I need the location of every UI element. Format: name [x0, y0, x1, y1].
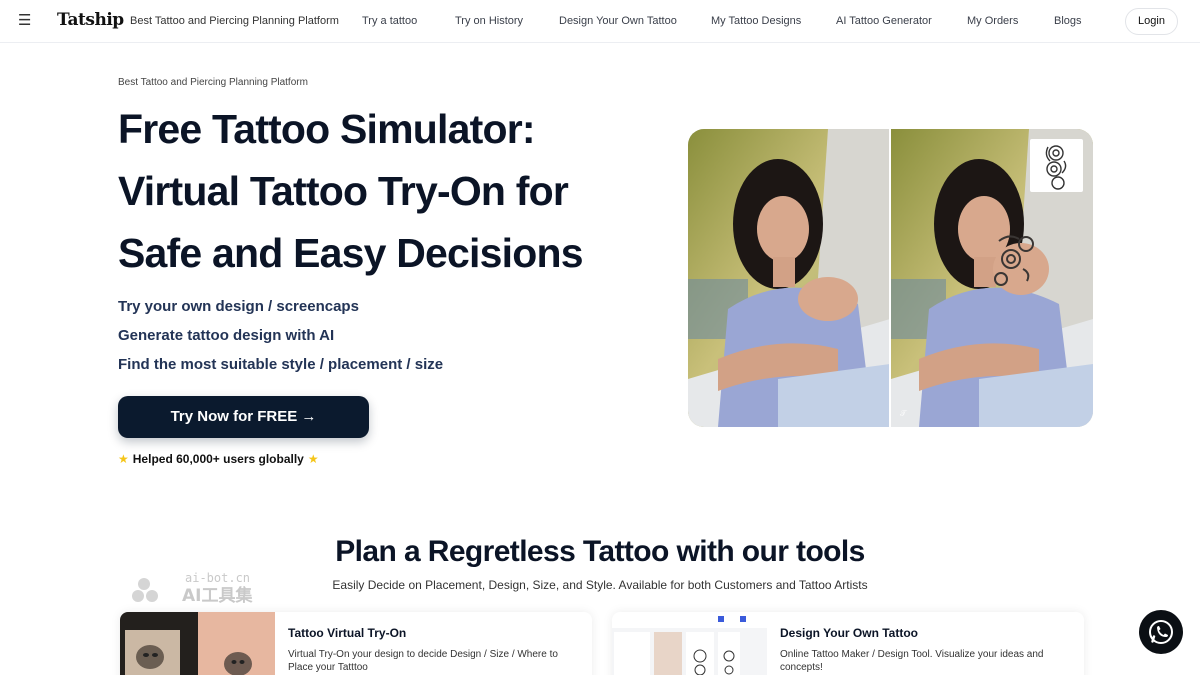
site-watermark-bottom: AI工具集	[182, 585, 253, 606]
after-photo	[891, 129, 1093, 427]
try-now-button[interactable]: Try Now for FREE →	[118, 396, 369, 438]
logo[interactable]: Tatship	[57, 10, 124, 30]
nav-link-try-on-history[interactable]: Try on History	[455, 15, 523, 27]
nav-link-design-your-own-tattoo[interactable]: Design Your Own Tattoo	[559, 15, 677, 27]
card-thumbnail	[612, 612, 767, 675]
site-watermark-top: ai-bot.cn	[185, 571, 250, 585]
site-watermark: ai-bot.cn AI工具集	[130, 570, 280, 606]
tool-card-design-your-own[interactable]: Design Your Own Tattoo Online Tattoo Mak…	[612, 612, 1084, 675]
helped-users: ★ Helped 60,000+ users globally ★	[118, 452, 319, 466]
star-icon: ★	[118, 452, 129, 466]
card-description: Virtual Try-On your design to decide Des…	[288, 649, 558, 673]
helped-users-text: Helped 60,000+ users globally	[132, 452, 304, 466]
top-nav: ☰ Tatship Best Tattoo and Piercing Plann…	[0, 0, 1200, 43]
hero-bullet: Generate tattoo design with AI	[118, 327, 335, 344]
whatsapp-icon	[1149, 620, 1173, 644]
tool-card-virtual-try-on[interactable]: Tattoo Virtual Try-On Virtual Try-On you…	[120, 612, 592, 675]
nav-link-blogs[interactable]: Blogs	[1054, 15, 1082, 27]
hero-title: Free Tattoo Simulator: Virtual Tattoo Tr…	[118, 106, 584, 276]
card-description: Online Tattoo Maker / Design Tool. Visua…	[780, 649, 1044, 673]
image-watermark: 𝓣	[900, 409, 907, 418]
menu-icon[interactable]: ☰	[18, 13, 31, 29]
logo-tagline: Best Tattoo and Piercing Planning Platfo…	[130, 15, 339, 27]
star-icon: ★	[307, 452, 319, 466]
hero-bullet: Find the most suitable style / placement…	[118, 356, 444, 373]
hero-bullet: Try your own design / screencaps	[118, 298, 359, 315]
nav-link-my-orders[interactable]: My Orders	[967, 15, 1018, 27]
hero-before-after-image: 𝓣	[688, 129, 1093, 427]
nav-link-my-tattoo-designs[interactable]: My Tattoo Designs	[711, 15, 801, 27]
nav-link-try-a-tattoo[interactable]: Try a tattoo	[362, 15, 417, 27]
card-thumbnail	[120, 612, 275, 675]
login-button[interactable]: Login	[1125, 8, 1178, 35]
tattoo-design-preview	[1030, 139, 1083, 192]
card-title: Design Your Own Tattoo	[780, 626, 918, 640]
nav-link-ai-tattoo-generator[interactable]: AI Tattoo Generator	[836, 15, 932, 27]
whatsapp-chat-button[interactable]	[1139, 610, 1183, 654]
card-title: Tattoo Virtual Try-On	[288, 626, 407, 640]
section-title: Plan a Regretless Tattoo with our tools	[335, 535, 865, 568]
before-photo	[688, 129, 890, 427]
hero-eyebrow: Best Tattoo and Piercing Planning Platfo…	[118, 77, 308, 88]
